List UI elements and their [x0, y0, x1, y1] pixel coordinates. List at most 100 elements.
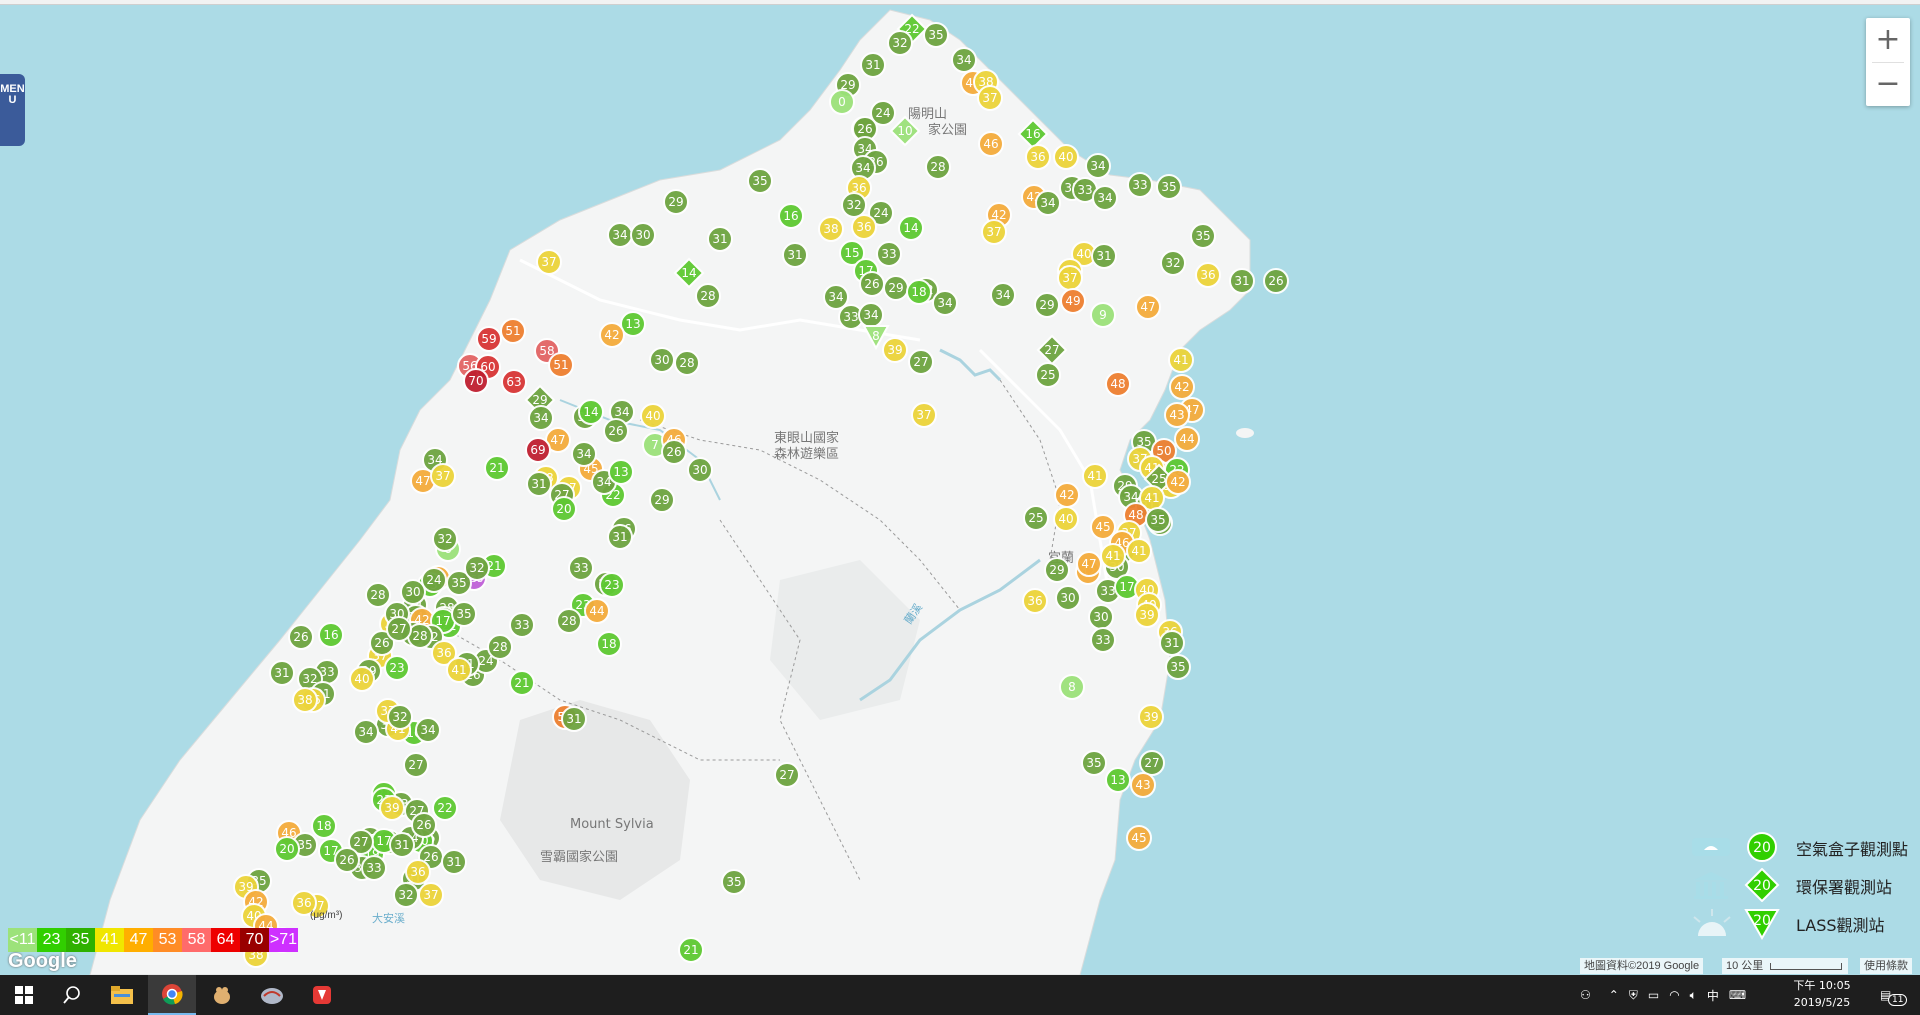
airbox-marker[interactable]: 14 — [898, 215, 924, 241]
airbox-marker[interactable]: 34 — [353, 719, 379, 745]
airbox-marker[interactable]: 35 — [451, 601, 477, 627]
airbox-marker[interactable]: 32 — [1160, 250, 1186, 276]
airbox-marker[interactable]: 36 — [851, 214, 877, 240]
airbox-marker[interactable]: 34 — [415, 717, 441, 743]
airbox-marker[interactable]: 41 — [1100, 543, 1126, 569]
airbox-marker[interactable]: 40 — [1053, 144, 1079, 170]
airbox-marker[interactable]: 33 — [876, 241, 902, 267]
airbox-marker[interactable]: 20 — [551, 496, 577, 522]
airbox-marker[interactable]: 30 — [630, 222, 656, 248]
airbox-marker[interactable]: 31 — [1159, 630, 1185, 656]
airbox-marker[interactable]: 27 — [386, 616, 412, 642]
chevron-up-icon[interactable]: ⌃ — [1609, 988, 1619, 1002]
airbox-marker[interactable]: 31 — [1091, 243, 1117, 269]
airbox-marker[interactable]: 28 — [925, 154, 951, 180]
airbox-marker[interactable]: 28 — [695, 283, 721, 309]
airbox-marker[interactable]: 34 — [1092, 185, 1118, 211]
airbox-marker[interactable]: 51 — [500, 318, 526, 344]
airbox-marker[interactable]: 30 — [649, 347, 675, 373]
ime-indicator[interactable]: 中 — [1707, 987, 1719, 1004]
airbox-marker[interactable]: 42 — [1054, 482, 1080, 508]
airbox-marker[interactable]: 35 — [721, 869, 747, 895]
airbox-marker[interactable]: 41 — [1168, 347, 1194, 373]
airbox-marker[interactable]: 26 — [1263, 268, 1289, 294]
airbox-marker[interactable]: 32 — [464, 555, 490, 581]
airbox-marker[interactable]: 36 — [1022, 588, 1048, 614]
airbox-marker[interactable]: 26 — [411, 812, 437, 838]
airbox-marker[interactable]: 39 — [1138, 704, 1164, 730]
airbox-marker[interactable]: 34 — [951, 47, 977, 73]
airbox-marker[interactable]: 69 — [525, 437, 551, 463]
airbox-marker[interactable]: 44 — [1174, 426, 1200, 452]
airbox-marker[interactable]: 34 — [823, 284, 849, 310]
zoom-out-button[interactable]: − — [1866, 62, 1910, 106]
airbox-marker[interactable]: 23 — [384, 655, 410, 681]
airbox-marker[interactable]: 26 — [859, 271, 885, 297]
airbox-marker[interactable]: 42 — [1165, 469, 1191, 495]
airbox-marker[interactable]: 30 — [687, 457, 713, 483]
airbox-marker[interactable]: 36 — [1195, 262, 1221, 288]
airbox-marker[interactable]: 23 — [599, 572, 625, 598]
airbox-marker[interactable]: 31 — [860, 52, 886, 78]
chrome-icon[interactable] — [148, 975, 196, 1015]
airbox-marker[interactable]: 18 — [906, 279, 932, 305]
airbox-marker[interactable]: 31 — [782, 242, 808, 268]
airbox-marker[interactable]: 35 — [1081, 750, 1107, 776]
airbox-marker[interactable]: 30 — [1088, 604, 1114, 630]
airbox-marker[interactable]: 26 — [661, 439, 687, 465]
airbox-marker[interactable]: 31 — [389, 832, 415, 858]
airbox-marker[interactable]: 0 — [829, 89, 855, 115]
menu-button[interactable]: MENU — [0, 74, 25, 146]
airbox-marker[interactable]: 16 — [778, 203, 804, 229]
airbox-marker[interactable]: 41 — [1126, 538, 1152, 564]
airbox-marker[interactable]: 29 — [1044, 557, 1070, 583]
airbox-marker[interactable]: 18 — [596, 631, 622, 657]
airbox-marker[interactable]: 34 — [990, 282, 1016, 308]
airbox-marker[interactable]: 42 — [599, 322, 625, 348]
airbox-marker[interactable]: 22 — [432, 795, 458, 821]
airbox-marker[interactable]: 45 — [1126, 825, 1152, 851]
airbox-marker[interactable]: 28 — [487, 634, 513, 660]
airbox-marker[interactable]: 34 — [1085, 153, 1111, 179]
windows-start-icon[interactable] — [0, 975, 48, 1015]
zoom-in-button[interactable]: + — [1866, 18, 1910, 62]
wifi-icon[interactable]: ◠ — [1669, 988, 1679, 1002]
airbox-marker[interactable]: 35 — [747, 168, 773, 194]
airbox-marker[interactable]: 26 — [603, 418, 629, 444]
airbox-marker[interactable]: 33 — [509, 612, 535, 638]
map-canvas[interactable]: 陽明山 家公園 東眼山國家 森林遊樂區 宜蘭 Mount Sylvia 雪霸國家… — [0, 0, 1920, 975]
airbox-marker[interactable]: 29 — [663, 189, 689, 215]
airbox-marker[interactable]: 13 — [608, 459, 634, 485]
airbox-marker[interactable]: 63 — [501, 369, 527, 395]
airbox-marker[interactable]: 34 — [858, 302, 884, 328]
airbox-marker[interactable]: 31 — [526, 471, 552, 497]
airbox-marker[interactable]: 40 — [640, 403, 666, 429]
airbox-marker[interactable]: 33 — [361, 855, 387, 881]
airbox-marker[interactable]: 20 — [274, 836, 300, 862]
battery-icon[interactable]: ▭ — [1648, 988, 1659, 1002]
airbox-marker[interactable]: 27 — [1139, 750, 1165, 776]
airbox-marker[interactable]: 31 — [707, 226, 733, 252]
search-icon[interactable] — [48, 975, 96, 1015]
airbox-marker[interactable]: 38 — [818, 216, 844, 242]
airbox-marker[interactable]: 8 — [1059, 674, 1085, 700]
airbox-marker[interactable]: 35 — [1145, 507, 1171, 533]
airbox-marker[interactable]: 39 — [882, 337, 908, 363]
airbox-marker[interactable]: 31 — [1229, 268, 1255, 294]
airbox-marker[interactable]: 59 — [476, 326, 502, 352]
airbox-marker[interactable]: 47 — [1076, 551, 1102, 577]
airbox-marker[interactable]: 31 — [441, 849, 467, 875]
airbox-marker[interactable]: 34 — [1035, 190, 1061, 216]
airbox-marker[interactable]: 36 — [405, 859, 431, 885]
app-icon-3[interactable] — [298, 975, 346, 1015]
airbox-marker[interactable]: 41 — [446, 657, 472, 683]
airbox-marker[interactable]: 18 — [311, 813, 337, 839]
airbox-marker[interactable]: 40 — [349, 666, 375, 692]
airbox-marker[interactable]: 35 — [1190, 223, 1216, 249]
airbox-marker[interactable]: 25 — [1035, 362, 1061, 388]
keyboard-icon[interactable]: ⌨︎ — [1729, 988, 1746, 1002]
airbox-marker[interactable]: 30 — [400, 579, 426, 605]
airbox-marker[interactable]: 31 — [607, 524, 633, 550]
airbox-marker[interactable]: 29 — [883, 275, 909, 301]
airbox-marker[interactable]: 45 — [1090, 514, 1116, 540]
